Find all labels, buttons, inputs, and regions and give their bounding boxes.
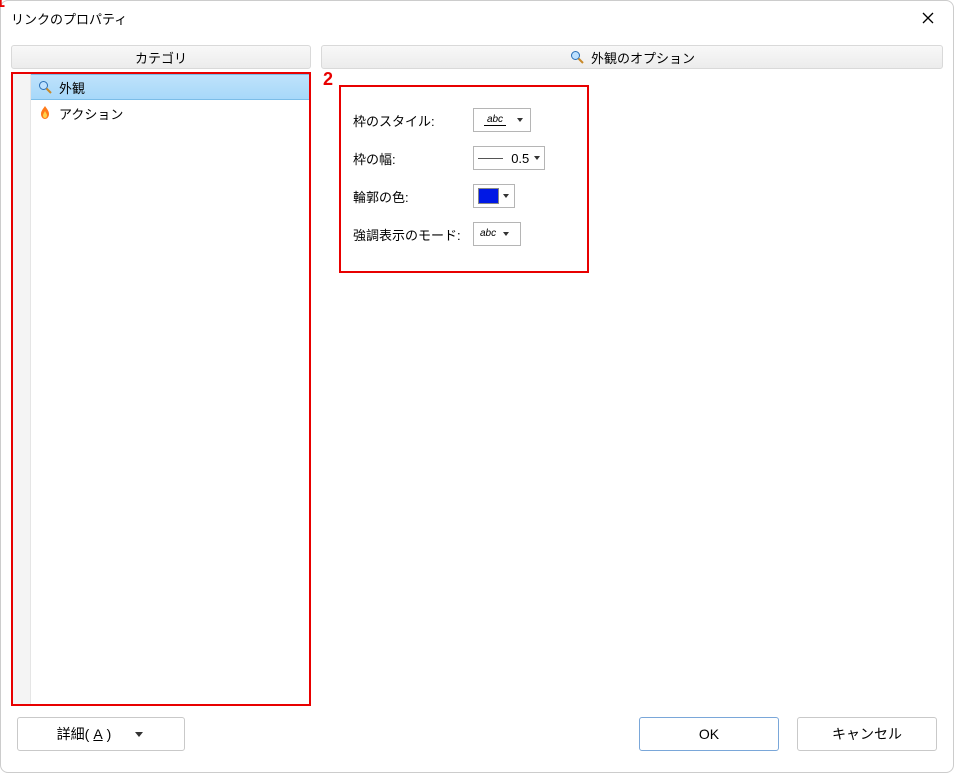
- link-properties-dialog: リンクのプロパティ 1 カテゴリ 外観: [0, 0, 954, 773]
- magnifier-icon: [569, 49, 585, 65]
- category-label: 外観: [59, 78, 85, 97]
- border-style-preview: abc: [478, 113, 512, 127]
- category-list-frame: 外観 アクション: [11, 72, 311, 706]
- highlight-mode-label: 強調表示のモード:: [353, 225, 473, 244]
- chevron-down-icon: [503, 184, 510, 208]
- options-header: 外観のオプション: [321, 45, 943, 69]
- close-button[interactable]: [913, 3, 943, 33]
- category-column: 1 カテゴリ 外観 アク: [11, 45, 311, 706]
- magnifier-icon: [37, 79, 53, 95]
- ok-button[interactable]: OK: [639, 717, 779, 751]
- highlight-mode-row: 強調表示のモード: abc: [353, 215, 575, 253]
- titlebar: リンクのプロパティ: [1, 1, 953, 35]
- ok-label: OK: [699, 726, 719, 742]
- options-column: 外観のオプション 2 枠のスタイル: abc: [321, 45, 943, 706]
- color-swatch: [478, 188, 499, 204]
- detail-button[interactable]: 詳細(A): [17, 717, 185, 751]
- dialog-footer: 詳細(A) OK キャンセル: [1, 706, 953, 772]
- category-item-appearance[interactable]: 外観: [31, 74, 309, 100]
- outline-color-label: 輪郭の色:: [353, 187, 473, 206]
- dialog-body: 1 カテゴリ 外観 アク: [1, 35, 953, 706]
- close-icon: [922, 12, 934, 24]
- outline-color-row: 輪郭の色:: [353, 177, 575, 215]
- annotation-1: 1: [0, 0, 5, 12]
- options-content: 2 枠のスタイル: abc 枠の幅:: [321, 75, 943, 706]
- category-header-label: カテゴリ: [135, 48, 187, 67]
- detail-label-pre: 詳細(: [57, 724, 90, 744]
- chevron-down-icon: [516, 108, 524, 132]
- border-width-row: 枠の幅: 0.5: [353, 139, 575, 177]
- appearance-options-panel: 枠のスタイル: abc 枠の幅: 0.5: [339, 85, 589, 273]
- border-style-row: 枠のスタイル: abc: [353, 101, 575, 139]
- category-gutter: [13, 74, 31, 704]
- border-width-label: 枠の幅:: [353, 149, 473, 168]
- chevron-down-icon: [502, 222, 510, 246]
- border-style-dropdown[interactable]: abc: [473, 108, 531, 132]
- abc-sample-icon: abc: [478, 228, 498, 240]
- detail-mnemonic: A: [93, 726, 102, 742]
- chevron-down-icon: [135, 732, 145, 737]
- cancel-label: キャンセル: [832, 724, 902, 744]
- cancel-button[interactable]: キャンセル: [797, 717, 937, 751]
- abc-sample-icon: abc: [484, 115, 506, 126]
- border-width-dropdown[interactable]: 0.5: [473, 146, 545, 170]
- chevron-down-icon: [533, 146, 540, 170]
- category-list: 外観 アクション: [31, 74, 309, 126]
- dialog-title: リンクのプロパティ: [11, 9, 127, 28]
- flame-icon: [37, 105, 53, 121]
- options-header-label: 外観のオプション: [591, 48, 695, 67]
- category-header: カテゴリ: [11, 45, 311, 69]
- line-weight-icon: [478, 158, 503, 159]
- highlight-mode-dropdown[interactable]: abc: [473, 222, 521, 246]
- footer-right-group: OK キャンセル: [639, 717, 937, 751]
- border-width-value: 0.5: [507, 151, 529, 166]
- annotation-2: 2: [323, 69, 333, 90]
- border-style-label: 枠のスタイル:: [353, 111, 473, 130]
- category-label: アクション: [59, 104, 123, 123]
- outline-color-picker[interactable]: [473, 184, 515, 208]
- category-item-action[interactable]: アクション: [31, 100, 309, 126]
- detail-label-post: ): [107, 726, 112, 742]
